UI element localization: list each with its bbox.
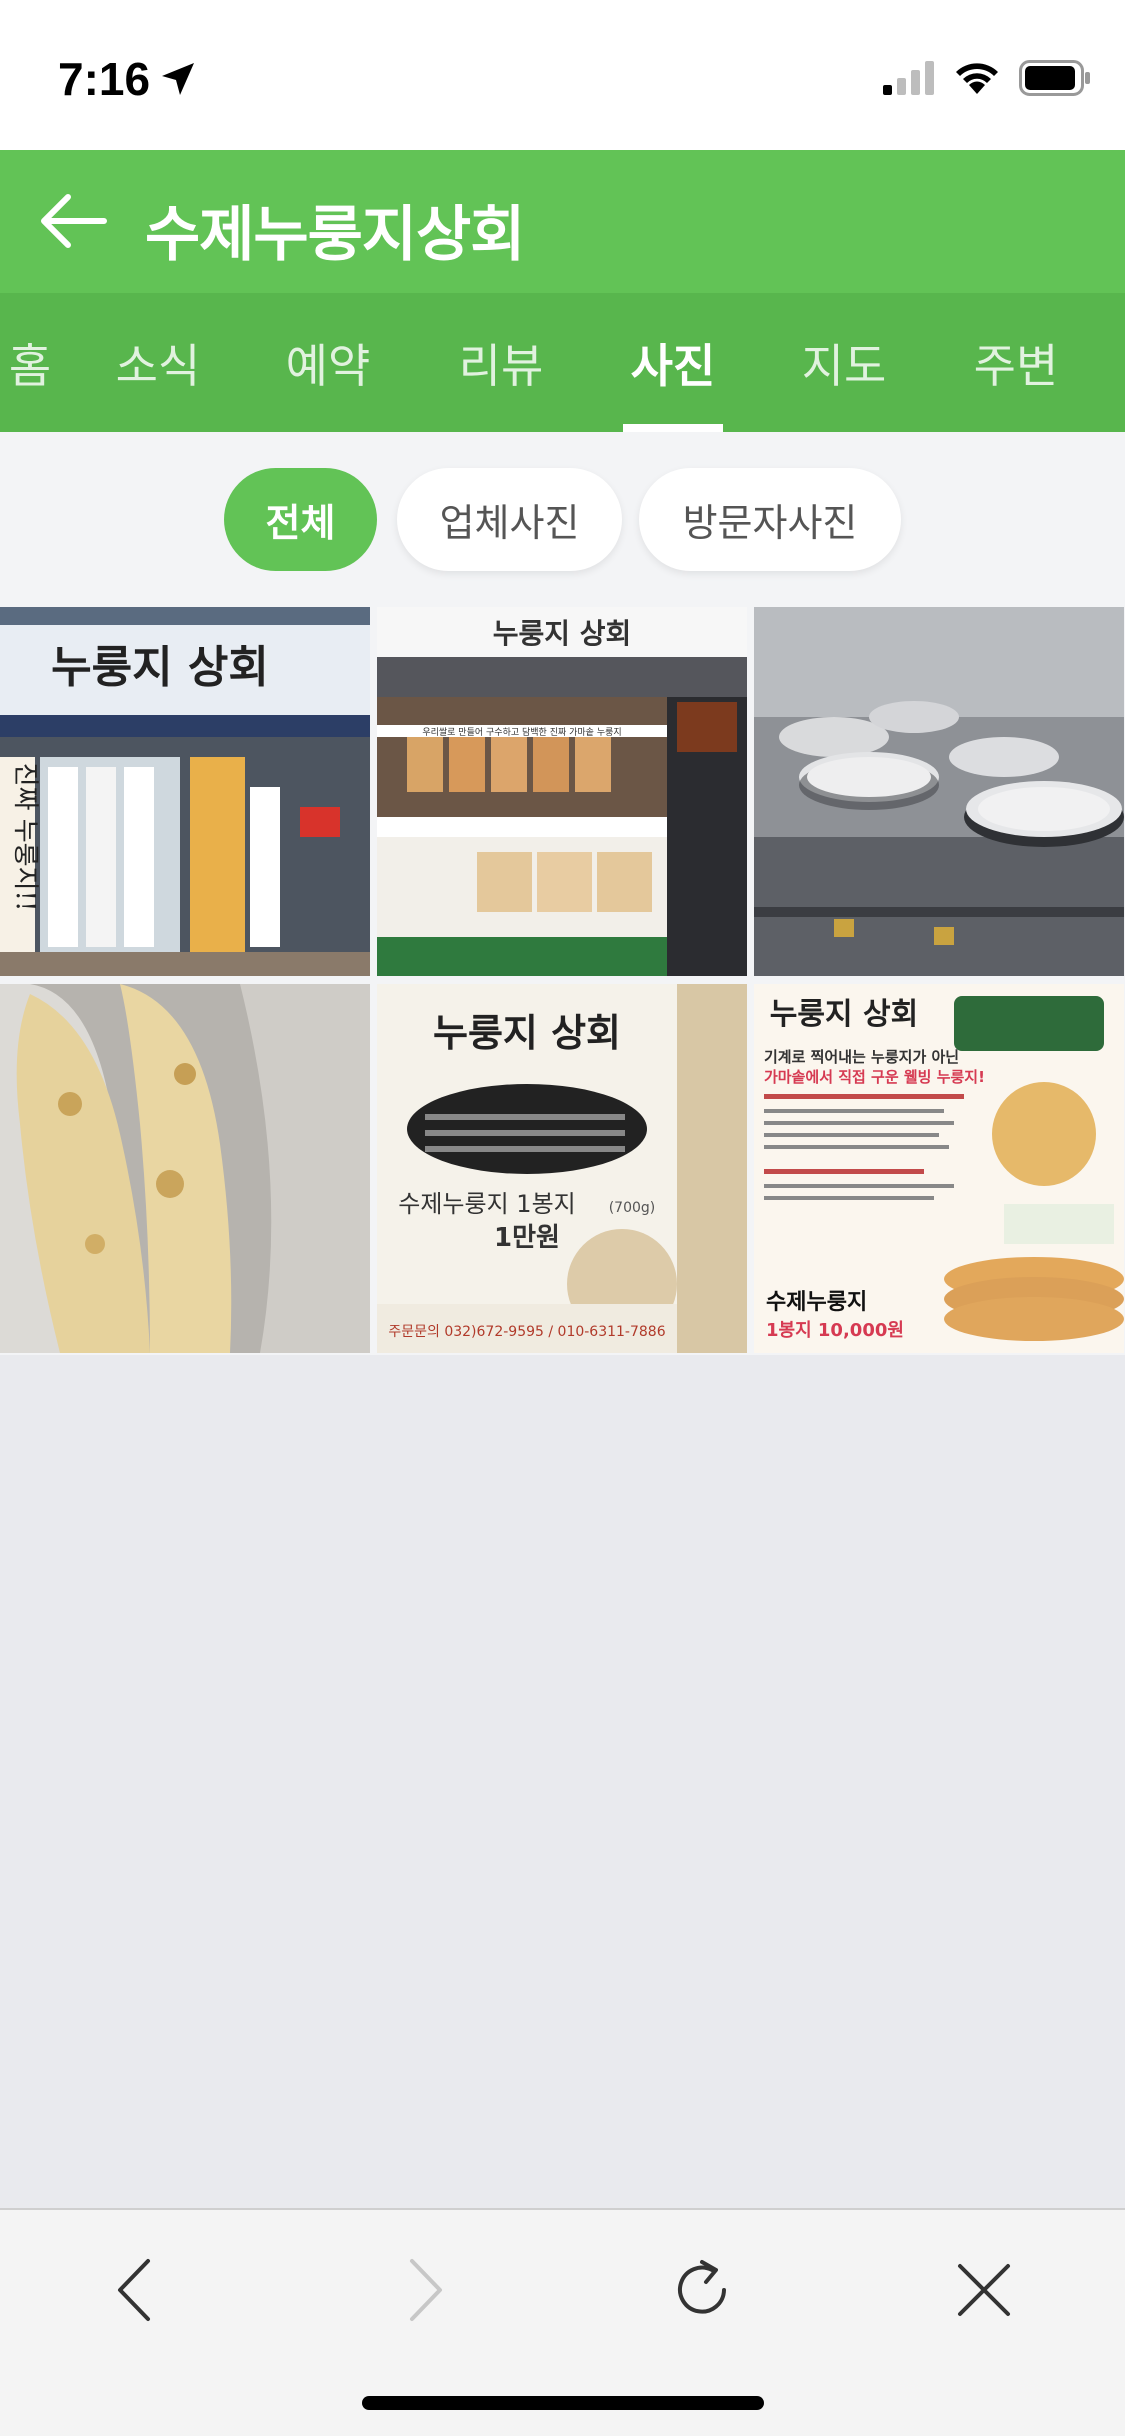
browser-close-button[interactable] [934,2240,1034,2340]
filter-all-chip[interactable]: 전체 [224,468,377,571]
browser-forward-button[interactable] [374,2240,474,2340]
close-icon [958,2264,1010,2316]
tab-news[interactable]: 소식 [88,293,228,432]
flyer-price-text: 1봉지 10,000원 [766,1320,904,1341]
wifi-icon [956,63,998,94]
tab-home[interactable]: 홈 [0,293,100,432]
browser-reload-button[interactable] [652,2240,752,2340]
photo-storefront[interactable]: 누룽지 상회 진짜 누룽지!! [0,607,370,976]
tab-photos[interactable]: 사진 [603,293,743,432]
browser-back-button[interactable] [86,2240,186,2340]
back-button[interactable] [36,188,110,254]
back-arrow-icon [41,194,107,248]
cellular-signal-icon [883,61,934,95]
status-time-text: 7:16 [58,53,151,105]
flyer-headline-1: 기계로 찍어내는 누룽지가 아닌 [764,1048,959,1066]
reload-icon [678,2260,726,2314]
label-product-text: 수제누룽지 1봉지 [398,1190,575,1218]
tab-nearby[interactable]: 주변 [946,293,1086,432]
status-indicators [883,60,1091,96]
photo-packaged-nurungji[interactable] [0,984,370,1353]
label-phone-text: 주문문의 032)672-9595 / 010-6311-7886 [388,1324,665,1340]
location-arrow-icon [162,63,195,95]
tab-bar: 홈 소식 예약 리뷰 사진 지도 주변 [0,293,1125,432]
storefront-sign-text: 누룽지 상회 [51,642,269,693]
chevron-right-icon [410,2259,442,2321]
label-sign-text: 누룽지 상회 [433,1010,621,1055]
photo-filter-bar: 전체 업체사진 방문자사진 [0,432,1125,607]
photo-shop-shelves[interactable]: 누룽지 상회 우리쌀로 만들어 구수하고 담백한 진짜 가마솥 누룽지 [377,607,747,976]
active-tab-indicator [623,424,723,432]
photo-grid: 누룽지 상회 진짜 누룽지!! 누룽지 상회 우리쌀로 만들어 구수하고 담백한… [0,607,1125,1355]
tab-reviews[interactable]: 리뷰 [431,293,571,432]
battery-icon [1019,60,1090,96]
status-bar: 7:16 [0,0,1125,150]
filter-business-photos-chip[interactable]: 업체사진 [397,468,622,571]
flyer-sign-text: 누룽지 상회 [770,997,918,1032]
tab-map[interactable]: 지도 [774,293,914,432]
storefront-side-text: 진짜 누룽지!! [10,763,40,912]
page-title: 수제누룽지상회 [145,200,525,270]
home-indicator [362,2396,764,2410]
shelf-banner-text: 우리쌀로 만들어 구수하고 담백한 진짜 가마솥 누룽지 [422,726,621,738]
label-price-text: 1만원 [494,1223,560,1253]
photo-product-label[interactable]: 누룽지 상회 수제누룽지 1봉지 (700g) 1만원 주문문의 032)672… [377,984,747,1353]
photo-cooking-pans[interactable] [754,607,1124,976]
chevron-left-icon [118,2259,150,2321]
tab-reservation[interactable]: 예약 [258,293,398,432]
flyer-headline-2: 가마솥에서 직접 구운 웰빙 누룽지! [764,1068,985,1086]
status-time: 7:16 [58,52,198,106]
photo-promo-flyer[interactable]: 누룽지 상회 기계로 찍어내는 누룽지가 아닌 가마솥에서 직접 구운 웰빙 누… [754,984,1124,1353]
flyer-product-text: 수제누룽지 [766,1290,867,1315]
filter-visitor-photos-chip[interactable]: 방문자사진 [639,468,901,571]
shelf-sign-text: 누룽지 상회 [493,617,632,650]
app-header: 수제누룽지상회 [0,150,1125,293]
label-weight-text: (700g) [609,1200,656,1216]
empty-content-area [0,1355,1125,2208]
